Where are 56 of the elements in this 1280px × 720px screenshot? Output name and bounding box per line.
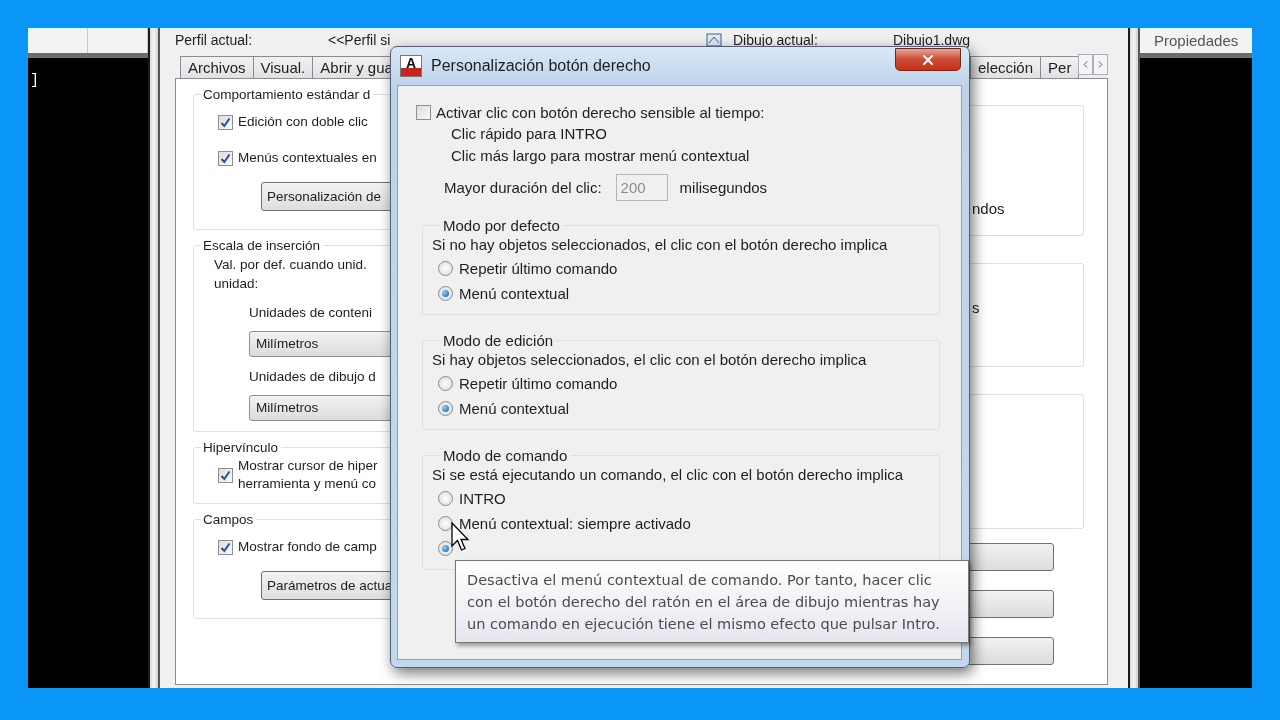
info-text: Val. por def. cuando unid. unidad: xyxy=(214,256,367,293)
dialog-title: Personalización botón derecho xyxy=(431,57,652,75)
note-text: Clic más largo para mostrar menú contextual xyxy=(450,146,751,166)
profile-value: <<Perfil si xyxy=(328,32,392,48)
app-icon: A xyxy=(400,55,422,77)
tab[interactable]: Visual. xyxy=(252,56,314,78)
radio-button[interactable] xyxy=(438,286,453,301)
radio-button[interactable] xyxy=(438,516,453,531)
checkbox[interactable] xyxy=(218,539,233,555)
tab[interactable]: Archivos xyxy=(180,56,254,78)
tab[interactable]: elección xyxy=(970,56,1042,78)
group-description: Si se está ejecutando un comando, el clic con el botón derecho implica xyxy=(432,465,905,485)
radio-label: Menú contextual: siempre activado xyxy=(459,515,691,532)
close-button[interactable] xyxy=(895,48,961,71)
checkbox[interactable] xyxy=(218,467,233,483)
option-text: ndos xyxy=(972,200,1006,217)
radio-label: Menú contextual xyxy=(459,285,570,302)
radio-button[interactable] xyxy=(438,541,453,556)
checkbox[interactable] xyxy=(218,150,233,166)
checkbox-label: Mostrar fondo de camp xyxy=(238,538,377,556)
group-title: Modo por defecto xyxy=(442,217,561,234)
note-text: Clic rápido para INTRO xyxy=(450,124,608,144)
checkbox-label: Edición con doble clic xyxy=(238,113,368,131)
drawing-file-icon xyxy=(705,31,725,49)
panel-title: Propiedades xyxy=(1140,28,1252,58)
radio-button[interactable] xyxy=(438,376,453,391)
unit-label: milisegundos xyxy=(679,178,768,196)
group-title: Comportamiento estándar d xyxy=(202,87,372,102)
checkbox[interactable] xyxy=(416,104,431,120)
checkbox-label: Menús contextuales en xyxy=(238,149,377,167)
profile-label: Perfil actual: xyxy=(175,32,254,48)
checkbox[interactable] xyxy=(218,114,233,130)
radio-button[interactable] xyxy=(438,491,453,506)
drawing-label: Dibujo actual: xyxy=(733,32,819,48)
radio-label: INTRO xyxy=(459,490,506,507)
group-title: Modo de comando xyxy=(442,447,569,464)
radio-button[interactable] xyxy=(438,261,453,276)
radio-label: Repetir último comando xyxy=(459,260,618,277)
group-title: Hipervínculo xyxy=(202,440,280,455)
tab[interactable]: Per xyxy=(1040,56,1080,78)
drawing-name: Dibujo1.dwg xyxy=(893,32,972,48)
command-text: ] xyxy=(29,71,40,89)
group-title: Escala de inserción xyxy=(202,238,322,253)
splitter-bar[interactable] xyxy=(148,28,160,688)
checkbox-label: Mostrar cursor de hiper herramienta y menú co xyxy=(238,457,378,493)
tooltip: Desactiva el menú contextual de comando. Por tanto, hacer clic con el botón derecho del ratón en el área de dibujo mientras hay un comando en ejecución tiene el mismo efecto que pulsar Intro. xyxy=(455,560,969,643)
radio-button[interactable] xyxy=(438,401,453,416)
group-description: Si no hay objetos seleccionados, el clic con el botón derecho implica xyxy=(432,235,889,255)
splitter-bar[interactable] xyxy=(1128,28,1140,688)
checkbox-label: Activar clic con botón derecho sensible al tiempo: xyxy=(436,103,765,121)
field-label: Unidades de dibujo d xyxy=(249,369,376,386)
group-title: Campos xyxy=(202,512,255,527)
radio-label: Repetir último comando xyxy=(459,375,618,392)
radio-label: Menú contextual xyxy=(459,400,570,417)
option-text: s xyxy=(972,299,981,316)
field-label: Unidades de conteni xyxy=(249,305,373,322)
